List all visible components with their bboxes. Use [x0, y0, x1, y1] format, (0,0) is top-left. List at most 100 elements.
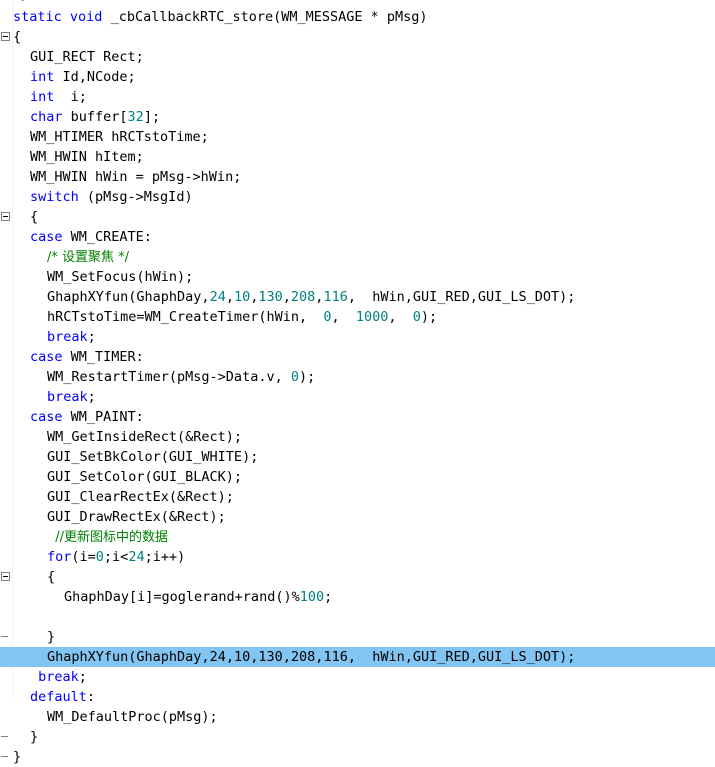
token-kw: break: [47, 389, 88, 405]
fold-collapse-icon[interactable]: [1, 572, 10, 581]
code-line[interactable]: GUI_SetBkColor(GUI_WHITE);: [0, 447, 715, 467]
code-line[interactable]: }: [0, 627, 715, 647]
code-line[interactable]: default:: [0, 687, 715, 707]
code-line[interactable]: break;: [0, 327, 715, 347]
token-plain: WM_RestartTimer(pMsg->Data.v,: [47, 369, 291, 385]
token-num: 10: [233, 649, 251, 665]
code-line[interactable]: char buffer[32];: [0, 107, 715, 127]
token-plain: (i=: [71, 549, 96, 565]
token-plain: WM_SetFocus(hWin);: [47, 269, 194, 285]
code-line[interactable]: static void _cbCallbackRTC_store(WM_MESS…: [0, 7, 715, 27]
code-line-text: GhaphXYfun(GhaphDay,24,10,130,208,116, h…: [0, 647, 575, 667]
token-plain: ,: [225, 289, 234, 305]
code-line[interactable]: {: [0, 27, 715, 47]
token-plain: ;: [324, 589, 333, 605]
code-line-text: GhaphDay[i]=goglerand+rand()%100;: [0, 587, 332, 607]
code-line[interactable]: [0, 607, 715, 627]
code-line-text: }: [0, 727, 38, 747]
code-text-area[interactable]: static void _cbCallbackRTC_store(WM_MESS…: [0, 0, 715, 765]
code-line[interactable]: }: [0, 747, 715, 767]
code-line[interactable]: WM_RestartTimer(pMsg->Data.v, 0);: [0, 367, 715, 387]
token-plain: ;: [87, 389, 96, 405]
code-line[interactable]: WM_HWIN hItem;: [0, 147, 715, 167]
token-num: 130: [258, 289, 283, 305]
code-line[interactable]: GUI_RECT Rect;: [0, 47, 715, 67]
token-num: 10: [233, 289, 251, 305]
token-plain: ;: [87, 329, 96, 345]
code-line[interactable]: case WM_PAINT:: [0, 407, 715, 427]
code-line[interactable]: switch (pMsg->MsgId): [0, 187, 715, 207]
code-line[interactable]: int i;: [0, 87, 715, 107]
code-line-text: for(i=0;i<24;i++): [0, 547, 185, 567]
code-line-text: static void _cbCallbackRTC_store(WM_MESS…: [0, 7, 428, 27]
code-line-text: WM_RestartTimer(pMsg->Data.v, 0);: [0, 367, 315, 387]
token-plain: , hWin,GUI_RED,GUI_LS_DOT);: [347, 289, 576, 305]
code-line[interactable]: WM_GetInsideRect(&Rect);: [0, 427, 715, 447]
token-kw: void: [69, 9, 103, 25]
code-line[interactable]: hRCTstoTime=WM_CreateTimer(hWin, 0, 1000…: [0, 307, 715, 327]
token-plain: {: [13, 29, 22, 45]
code-line[interactable]: WM_HTIMER hRCTstoTime;: [0, 127, 715, 147]
token-plain: GUI_SetBkColor(GUI_WHITE);: [47, 449, 259, 465]
code-line[interactable]: case WM_CREATE:: [0, 227, 715, 247]
code-line[interactable]: GhaphXYfun(GhaphDay,24,10,130,208,116, h…: [0, 287, 715, 307]
token-plain: WM_HWIN hItem;: [30, 149, 144, 165]
fold-end-icon[interactable]: [1, 736, 8, 737]
fold-end-icon[interactable]: [1, 636, 8, 637]
token-plain: ;: [78, 669, 87, 685]
code-line[interactable]: GUI_DrawRectEx(&Rect);: [0, 507, 715, 527]
token-cmt: //更新图标中的数据: [47, 530, 169, 545]
code-line[interactable]: break;: [0, 387, 715, 407]
code-line[interactable]: GUI_SetColor(GUI_BLACK);: [0, 467, 715, 487]
code-line[interactable]: {: [0, 207, 715, 227]
token-num: 130: [258, 649, 283, 665]
code-line-text: GUI_SetColor(GUI_BLACK);: [0, 467, 242, 487]
token-num: 116: [323, 289, 348, 305]
token-plain: ,: [388, 309, 413, 325]
token-plain: ,: [331, 309, 356, 325]
token-plain: :: [86, 689, 96, 705]
code-line-text: break;: [0, 387, 96, 407]
code-line-text: /* 设置聚焦 */: [0, 247, 129, 268]
code-line-selected[interactable]: GhaphXYfun(GhaphDay,24,10,130,208,116, h…: [0, 647, 715, 667]
token-plain: WM_CREATE:: [62, 229, 152, 245]
token-plain: }: [47, 629, 56, 645]
code-line-text: hRCTstoTime=WM_CreateTimer(hWin, 0, 1000…: [0, 307, 437, 327]
fold-collapse-icon[interactable]: [1, 212, 10, 221]
token-plain: ,: [282, 289, 291, 305]
code-line[interactable]: {: [0, 567, 715, 587]
code-line[interactable]: WM_DefaultProc(pMsg);: [0, 707, 715, 727]
code-line-text: }: [0, 747, 21, 767]
code-line-text: //更新图标中的数据: [0, 527, 168, 548]
token-kw: break: [47, 329, 88, 345]
code-line-text: default:: [0, 687, 95, 707]
code-line[interactable]: for(i=0;i<24;i++): [0, 547, 715, 567]
code-line-text: WM_HTIMER hRCTstoTime;: [0, 127, 209, 147]
fold-end-icon[interactable]: [1, 756, 8, 757]
token-plain: ,: [282, 649, 291, 665]
token-kw: int: [30, 69, 55, 85]
token-plain: ,: [225, 649, 234, 665]
token-plain: GUI_RECT Rect;: [30, 49, 144, 65]
code-line-text: WM_HWIN hItem;: [0, 147, 144, 167]
code-editor[interactable]: */ static void _cbCallbackRTC_store(WM_M…: [0, 0, 715, 765]
code-line[interactable]: //更新图标中的数据: [0, 527, 715, 547]
code-line[interactable]: break;: [0, 667, 715, 687]
token-plain: _cbCallbackRTC_store(WM_MESSAGE * pMsg): [102, 9, 428, 25]
token-plain: , hWin,GUI_RED,GUI_LS_DOT);: [347, 649, 576, 665]
code-line[interactable]: int Id,NCode;: [0, 67, 715, 87]
token-num: 100: [299, 589, 325, 605]
code-line[interactable]: GhaphDay[i]=goglerand+rand()%100;: [0, 587, 715, 607]
code-line-text: case WM_CREATE:: [0, 227, 152, 247]
fold-collapse-icon[interactable]: [1, 32, 10, 41]
code-line[interactable]: /* 设置聚焦 */: [0, 247, 715, 267]
token-plain: GUI_ClearRectEx(&Rect);: [47, 489, 234, 505]
code-line-text: WM_SetFocus(hWin);: [0, 267, 193, 287]
code-line[interactable]: case WM_TIMER:: [0, 347, 715, 367]
code-line[interactable]: }: [0, 727, 715, 747]
code-line[interactable]: WM_HWIN hWin = pMsg->hWin;: [0, 167, 715, 187]
token-num: 24: [209, 289, 226, 305]
token-num: 208: [290, 289, 316, 305]
code-line[interactable]: WM_SetFocus(hWin);: [0, 267, 715, 287]
code-line[interactable]: GUI_ClearRectEx(&Rect);: [0, 487, 715, 507]
